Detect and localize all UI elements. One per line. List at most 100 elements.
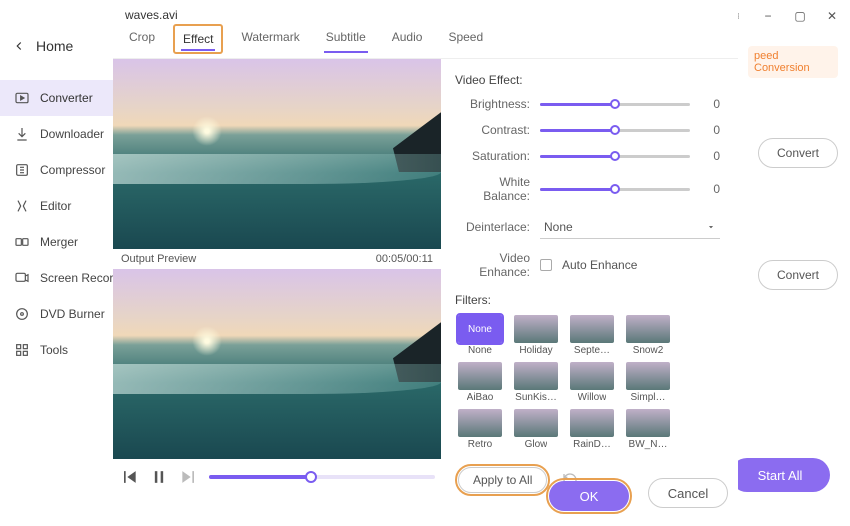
next-frame-icon[interactable] xyxy=(179,467,199,487)
ok-button[interactable]: OK xyxy=(549,481,629,511)
filter-sunkissed[interactable]: SunKis… xyxy=(511,362,561,403)
filter-label: Glow xyxy=(525,439,548,450)
filters-title: Filters: xyxy=(455,293,720,307)
filter-thumb xyxy=(626,409,670,437)
filter-label: Septe… xyxy=(574,345,610,356)
tab-audio[interactable]: Audio xyxy=(390,26,425,52)
apply-all-highlight: Apply to All xyxy=(455,464,550,496)
convert-button-2[interactable]: Convert xyxy=(758,260,838,290)
filter-none[interactable]: None xyxy=(455,315,505,356)
settings-column: Video Effect: Brightness: 0 Contrast: 0 … xyxy=(441,59,738,500)
dialog-footer: OK Cancel xyxy=(546,478,728,514)
filter-september[interactable]: Septe… xyxy=(567,315,617,356)
filter-snow2[interactable]: Snow2 xyxy=(623,315,673,356)
deinterlace-value: None xyxy=(544,220,573,234)
filter-thumb xyxy=(458,409,502,437)
filter-label: AiBao xyxy=(467,392,494,403)
cancel-button[interactable]: Cancel xyxy=(648,478,728,508)
filter-thumb xyxy=(570,409,614,437)
contrast-label: Contrast: xyxy=(455,123,530,137)
brightness-row: Brightness: 0 xyxy=(455,97,720,111)
saturation-value: 0 xyxy=(700,149,720,163)
filter-simple[interactable]: Simpl… xyxy=(623,362,673,403)
filter-grid: None Holiday Septe… Snow2 AiBao SunKis… … xyxy=(455,315,720,450)
sidebar-item-editor[interactable]: Editor xyxy=(0,188,113,224)
filter-thumb xyxy=(514,315,558,343)
auto-enhance-checkbox[interactable] xyxy=(540,259,552,271)
sidebar-item-tools[interactable]: Tools xyxy=(0,332,113,368)
sidebar-item-compressor[interactable]: Compressor xyxy=(0,152,113,188)
playback-controls xyxy=(113,459,441,495)
tab-subtitle[interactable]: Subtitle xyxy=(324,26,368,52)
white-balance-label: White Balance: xyxy=(455,175,530,203)
filter-thumb xyxy=(570,362,614,390)
brightness-slider[interactable] xyxy=(540,103,690,106)
prev-frame-icon[interactable] xyxy=(119,467,139,487)
sidebar-item-label: Downloader xyxy=(40,127,104,141)
sidebar-item-dvd-burner[interactable]: DVD Burner xyxy=(0,296,113,332)
filter-thumb xyxy=(514,362,558,390)
sidebar-item-label: Tools xyxy=(40,343,68,357)
filter-label: Simpl… xyxy=(630,392,665,403)
auto-enhance-text: Auto Enhance xyxy=(562,258,637,272)
apply-to-all-button[interactable]: Apply to All xyxy=(458,467,547,493)
filter-raindrop[interactable]: RainD… xyxy=(567,409,617,450)
filter-label: None xyxy=(468,345,492,356)
contrast-value: 0 xyxy=(700,123,720,137)
filter-holiday[interactable]: Holiday xyxy=(511,315,561,356)
brightness-value: 0 xyxy=(700,97,720,111)
window-controls: ≡ − ▢ ✕ xyxy=(726,6,842,26)
sidebar-item-screen-recorder[interactable]: Screen Record xyxy=(0,260,113,296)
home-button[interactable]: Home xyxy=(0,30,113,62)
pause-icon[interactable] xyxy=(149,467,169,487)
sidebar-item-merger[interactable]: Merger xyxy=(0,224,113,260)
screen-recorder-icon xyxy=(14,270,30,286)
saturation-slider[interactable] xyxy=(540,155,690,158)
playback-progress[interactable] xyxy=(209,475,435,479)
filter-thumb xyxy=(458,362,502,390)
video-enhance-label: Video Enhance: xyxy=(455,251,530,279)
filter-retro[interactable]: Retro xyxy=(455,409,505,450)
tab-watermark[interactable]: Watermark xyxy=(239,26,301,52)
sidebar-item-label: Merger xyxy=(40,235,78,249)
output-preview-label: Output Preview xyxy=(121,253,196,265)
filter-label: SunKis… xyxy=(515,392,557,403)
white-balance-slider[interactable] xyxy=(540,188,690,191)
filter-aibao[interactable]: AiBao xyxy=(455,362,505,403)
contrast-slider[interactable] xyxy=(540,129,690,132)
downloader-icon xyxy=(14,126,30,142)
deinterlace-label: Deinterlace: xyxy=(455,220,530,234)
sidebar-item-label: Screen Record xyxy=(40,271,113,285)
sidebar-item-label: Editor xyxy=(40,199,71,213)
video-effect-title: Video Effect: xyxy=(455,73,720,87)
filter-label: RainD… xyxy=(573,439,611,450)
sidebar-item-label: DVD Burner xyxy=(40,307,105,321)
sidebar-item-converter[interactable]: Converter xyxy=(0,80,113,116)
back-icon xyxy=(12,39,26,53)
sidebar-item-label: Compressor xyxy=(40,163,105,177)
tab-speed[interactable]: Speed xyxy=(446,26,485,52)
sidebar-item-downloader[interactable]: Downloader xyxy=(0,116,113,152)
filter-willow[interactable]: Willow xyxy=(567,362,617,403)
tab-crop[interactable]: Crop xyxy=(127,26,157,52)
start-all-button[interactable]: Start All xyxy=(730,458,830,492)
preview-column: Output Preview 00:05/00:11 xyxy=(113,59,441,500)
compressor-icon xyxy=(14,162,30,178)
maximize-icon[interactable]: ▢ xyxy=(790,6,810,26)
dialog-tabs: Crop Effect Watermark Subtitle Audio Spe… xyxy=(113,26,738,59)
converter-icon xyxy=(14,90,30,106)
dialog-title: waves.avi xyxy=(113,0,738,26)
filter-bw-natural[interactable]: BW_N… xyxy=(623,409,673,450)
minimize-icon[interactable]: − xyxy=(758,6,778,26)
filter-thumb xyxy=(458,315,502,343)
video-enhance-row: Video Enhance: Auto Enhance xyxy=(455,251,720,279)
sidebar-item-label: Converter xyxy=(40,91,93,105)
tab-effect[interactable]: Effect xyxy=(181,28,215,50)
close-window-icon[interactable]: ✕ xyxy=(822,6,842,26)
effect-dialog: waves.avi Crop Effect Watermark Subtitle… xyxy=(113,0,738,526)
filter-glow[interactable]: Glow xyxy=(511,409,561,450)
deinterlace-select[interactable]: None xyxy=(540,215,720,239)
convert-button-1[interactable]: Convert xyxy=(758,138,838,168)
background-right-panel: peed Conversion Convert Convert xyxy=(748,46,838,290)
white-balance-value: 0 xyxy=(700,182,720,196)
